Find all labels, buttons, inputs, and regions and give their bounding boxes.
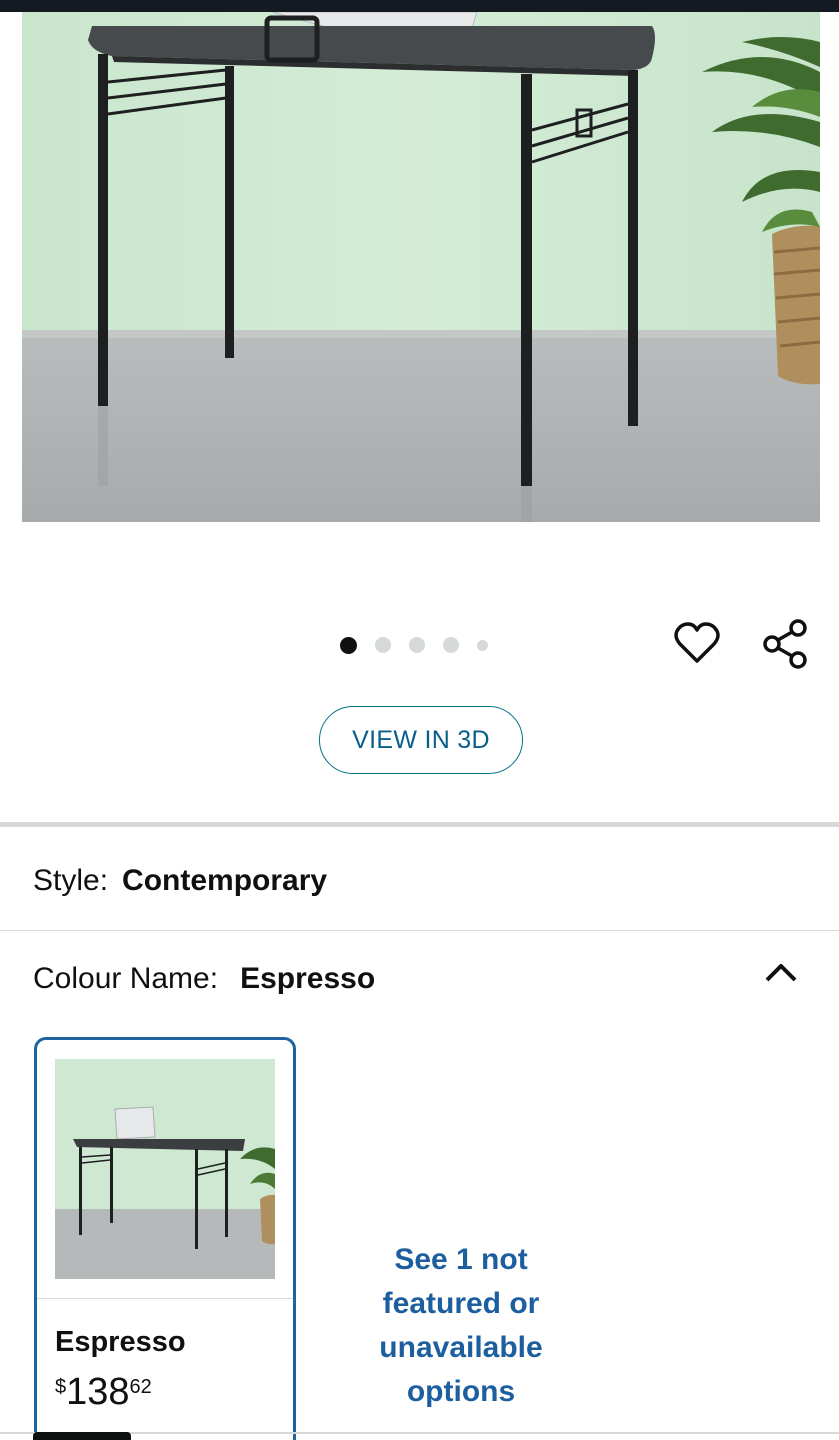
share-button[interactable] — [760, 618, 812, 670]
bottom-indicator — [33, 1432, 131, 1440]
heart-icon — [674, 622, 720, 663]
view-in-3d-button[interactable]: VIEW IN 3D — [319, 706, 523, 774]
price-fraction: 62 — [129, 1376, 152, 1398]
swatch-name: Espresso — [55, 1326, 186, 1358]
product-image[interactable] — [22, 12, 820, 522]
price-whole: 138 — [66, 1371, 130, 1413]
colour-value: Espresso — [240, 962, 376, 995]
swatch-divider — [37, 1298, 293, 1299]
carousel-dot[interactable] — [477, 639, 488, 651]
colour-name-header[interactable]: Colour Name: Espresso — [33, 962, 375, 996]
carousel-dot[interactable] — [375, 637, 391, 653]
style-selector[interactable]: Style: Contemporary — [33, 864, 327, 898]
section-divider — [0, 822, 839, 827]
divider — [0, 930, 839, 931]
carousel-dot[interactable] — [340, 636, 357, 654]
style-value: Contemporary — [122, 864, 328, 897]
colour-label: Colour Name: — [33, 962, 219, 995]
collapse-colour-button[interactable] — [760, 952, 802, 992]
colour-swatch-espresso[interactable]: Espresso $ 138 62 — [34, 1037, 296, 1440]
chevron-up-icon — [765, 964, 797, 982]
share-icon — [763, 619, 807, 669]
style-label: Style: — [33, 864, 109, 897]
top-status-bar — [0, 0, 839, 12]
price-symbol: $ — [55, 1376, 67, 1398]
swatch-price: $ 138 62 — [55, 1370, 152, 1414]
carousel-dot[interactable] — [443, 637, 459, 653]
swatch-thumbnail — [55, 1059, 275, 1279]
add-to-wishlist-button[interactable] — [672, 618, 722, 668]
see-unavailable-options-link[interactable]: See 1 not featured or unavailable option… — [346, 1238, 576, 1414]
carousel-dots[interactable] — [340, 635, 488, 655]
carousel-dot[interactable] — [409, 637, 425, 653]
